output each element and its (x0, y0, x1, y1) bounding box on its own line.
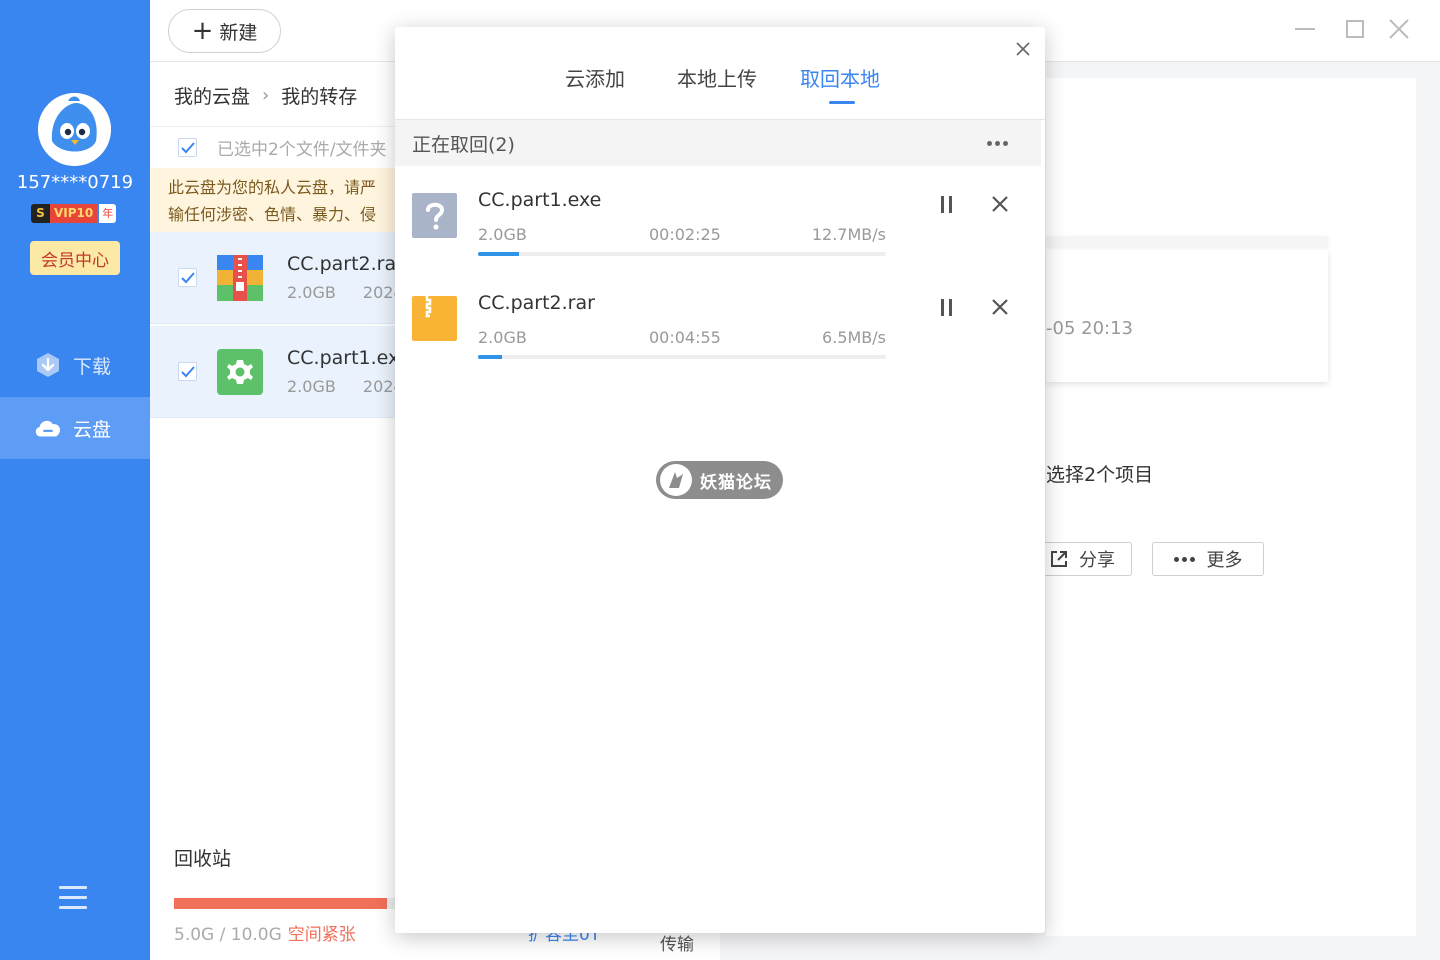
tab-cloud-add[interactable]: 云添加 (565, 63, 625, 92)
chevron-right-icon: › (262, 85, 270, 106)
quota-bar (174, 898, 404, 909)
new-button[interactable]: + 新建 (168, 9, 281, 53)
avatar[interactable] (38, 93, 111, 166)
check-icon (180, 141, 195, 153)
quota-warning: 空间紧张 (287, 925, 356, 945)
close-icon (992, 299, 1008, 315)
transfer-speed: 6.5MB/s (822, 328, 886, 347)
section-header: 正在取回(2) (395, 120, 1041, 166)
plus-icon: + (191, 16, 214, 46)
more-dots-icon (1173, 556, 1195, 562)
exe-file-icon (217, 348, 263, 395)
check-icon (180, 365, 195, 377)
transfer-file-name: CC.part2.rar (478, 292, 595, 314)
download-icon (33, 350, 63, 380)
quota-separator: / (214, 925, 231, 945)
breadcrumb-root[interactable]: 我的云盘 (174, 82, 250, 109)
menu-icon[interactable] (59, 886, 87, 912)
transfer-remaining-time: 00:04:55 (649, 328, 721, 347)
penguin-avatar-icon (38, 93, 111, 166)
quota-total: 10.0G (230, 925, 282, 945)
breadcrumb-current[interactable]: 我的转存 (281, 82, 357, 109)
quota-fill (174, 898, 387, 909)
maximize-icon (1346, 20, 1364, 38)
selected-count: 选择2个项目 (1046, 464, 1154, 486)
more-label: 更多 (1206, 550, 1243, 571)
vip-badge: S VIP10 年 (31, 203, 117, 223)
tab-retrieve-local[interactable]: 取回本地 (800, 63, 880, 92)
breadcrumb: 我的云盘 › 我的转存 (174, 82, 357, 109)
transfer-item: CC.part2.rar 2.0GB 00:04:55 6.5MB/s (395, 272, 1045, 362)
transfer-size: 2.0GB (478, 225, 527, 244)
share-icon (1051, 551, 1067, 567)
cancel-transfer-button[interactable] (988, 192, 1012, 216)
progress-bar (478, 252, 886, 256)
maximize-button[interactable] (1340, 14, 1370, 44)
stacked-preview-card: -05 20:13 (1046, 250, 1328, 382)
pause-button[interactable] (935, 193, 957, 215)
transfer-item: CC.part1.exe 2.0GB 00:02:25 12.7MB/s (395, 169, 1045, 259)
close-icon (1016, 42, 1030, 56)
vip-year: 年 (99, 203, 117, 223)
modified-date: -05 20:13 (1046, 318, 1133, 339)
progress-bar (478, 355, 886, 359)
watermark-logo: 妖猫论坛 (656, 461, 783, 499)
file-checkbox[interactable] (178, 362, 197, 381)
share-button[interactable]: 分享 (1032, 542, 1132, 576)
dialog-tabs: 云添加 本地上传 取回本地 (395, 63, 1045, 93)
transfer-size: 2.0GB (478, 328, 527, 347)
transfer-speed: 12.7MB/s (811, 225, 886, 244)
check-icon (180, 271, 195, 283)
pause-button[interactable] (935, 296, 957, 318)
transfer-file-name: CC.part1.exe (478, 189, 602, 211)
selection-status: 已选中2个文件/文件夹 (217, 140, 387, 160)
progress-fill (478, 355, 503, 359)
cancel-transfer-button[interactable] (988, 295, 1012, 319)
file-size: 2.0GB (287, 377, 336, 396)
minimize-button[interactable] (1290, 14, 1320, 44)
section-title: 正在取回(2) (412, 133, 515, 156)
username: 157****0719 (16, 172, 134, 193)
more-options-icon[interactable] (987, 120, 1008, 166)
watermark-text: 妖猫论坛 (700, 472, 772, 493)
vip-s-icon: S (31, 203, 50, 223)
member-center-button[interactable]: 会员中心 (30, 241, 120, 275)
cat-logo-icon (660, 464, 692, 496)
file-size: 2.0GB (287, 283, 336, 302)
dialog-close-button[interactable] (1011, 37, 1035, 61)
stacked-card-shadow (1046, 236, 1328, 246)
sidebar-item-cloud[interactable]: 云盘 (0, 397, 150, 459)
detail-panel: -05 20:13 选择2个项目 分享 更多 (1032, 78, 1416, 936)
vip-level: VIP10 (50, 203, 98, 223)
tab-local-upload[interactable]: 本地上传 (677, 63, 757, 92)
quota-text: 5.0G / 10.0G 空间紧张 (174, 920, 356, 945)
recycle-bin[interactable]: 回收站 (174, 844, 231, 871)
active-tab-indicator (829, 101, 855, 104)
close-icon (992, 196, 1008, 212)
new-button-label: 新建 (219, 21, 258, 44)
sidebar-item-label: 云盘 (73, 418, 112, 441)
cloud-icon (33, 413, 63, 443)
sidebar: 157****0719 S VIP10 年 会员中心 下载 云盘 (0, 0, 150, 960)
archive-file-icon (412, 296, 457, 341)
select-all-checkbox[interactable] (178, 138, 197, 157)
sidebar-item-download[interactable]: 下载 (0, 334, 150, 396)
quota-used: 5.0G (174, 925, 215, 945)
share-label: 分享 (1079, 550, 1115, 571)
unknown-file-icon (412, 193, 457, 238)
minimize-icon (1295, 28, 1315, 30)
transfer-remaining-time: 00:02:25 (649, 225, 721, 244)
progress-fill (478, 252, 519, 256)
archive-file-icon (217, 254, 263, 301)
close-window-button[interactable] (1384, 14, 1414, 44)
close-icon (1389, 19, 1409, 39)
file-checkbox[interactable] (178, 268, 197, 287)
transfer-link[interactable]: 传输 (660, 930, 694, 955)
more-button[interactable]: 更多 (1152, 542, 1264, 576)
transfer-dialog: 云添加 本地上传 取回本地 正在取回(2) CC.part1.exe 2.0GB… (395, 27, 1045, 933)
sidebar-item-label: 下载 (73, 355, 112, 378)
